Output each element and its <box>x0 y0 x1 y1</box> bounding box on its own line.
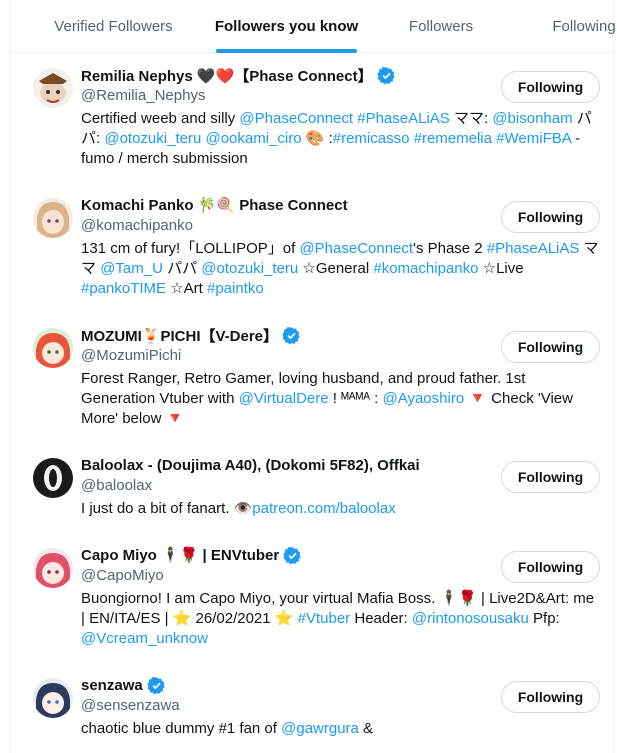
tab-followers-you-know[interactable]: Followers you know <box>215 0 358 53</box>
avatar[interactable] <box>33 458 73 498</box>
bio-link[interactable]: @Tam_U <box>100 260 163 277</box>
bio-text: Header: <box>350 610 412 627</box>
bio-link[interactable]: #WemiFBA <box>496 130 571 147</box>
user-bio: 131 cm of fury!「LOLLIPOP」of @PhaseConnec… <box>81 239 601 299</box>
display-name[interactable]: Baloolax - (Doujima A40), (Dokomi 5F82),… <box>81 455 420 475</box>
bio-text: I just do a bit of fanart. 👁️ <box>81 500 253 517</box>
following-button[interactable]: Following <box>501 331 600 363</box>
tab-following[interactable]: Following <box>525 0 617 53</box>
user-bio: chaotic blue dummy #1 fan of @gawrgura & <box>81 719 601 739</box>
followers-panel: Verified Followers Followers you know Fo… <box>10 0 617 753</box>
user-handle[interactable]: @MozumiPichi <box>81 347 181 364</box>
bio-link[interactable]: #PhaseALiAS <box>487 240 580 257</box>
bio-text: ☆Art <box>166 280 207 297</box>
user-cell[interactable]: Capo Miyo 🕴️🌹 | ENVtuber @CapoMiyo Buong… <box>11 533 615 663</box>
bio-text: 131 cm of fury!「LOLLIPOP」of <box>81 240 300 257</box>
display-name[interactable]: MOZUMI🍹PICHI【V-Dere】 <box>81 325 301 345</box>
user-bio: Buongiorno! I am Capo Miyo, your virtual… <box>81 589 601 649</box>
bio-link[interactable]: @Vcream_unknow <box>81 630 208 647</box>
user-cell[interactable]: MOZUMI🍹PICHI【V-Dere】 @MozumiPichi Forest… <box>11 313 615 443</box>
bio-text: & <box>358 720 374 737</box>
avatar[interactable] <box>33 328 73 368</box>
bio-link[interactable]: @PhaseConnect <box>239 110 353 127</box>
display-name-text[interactable]: Capo Miyo 🕴️🌹 | ENVtuber <box>81 546 279 564</box>
display-name-text[interactable]: Baloolax - (Doujima A40), (Dokomi 5F82),… <box>81 457 420 474</box>
display-name[interactable]: Komachi Panko 🎋🍭 Phase Connect <box>81 195 348 215</box>
bio-link[interactable]: #PhaseALiAS <box>357 110 450 127</box>
bio-link[interactable]: @gawrgura <box>281 720 359 737</box>
bio-text: 🎨 : <box>301 130 333 147</box>
display-name-text[interactable]: Remilia Nephys 🖤❤️【Phase Connect】 <box>81 65 373 86</box>
following-button[interactable]: Following <box>501 71 600 103</box>
user-cell[interactable]: Komachi Panko 🎋🍭 Phase Connect @komachip… <box>11 183 615 313</box>
avatar[interactable] <box>33 68 73 108</box>
display-name[interactable]: Capo Miyo 🕴️🌹 | ENVtuber <box>81 545 302 565</box>
display-name-text[interactable]: senzawa <box>81 677 143 694</box>
user-handle[interactable]: @baloolax <box>81 477 152 494</box>
verified-badge-icon <box>146 676 165 694</box>
bio-link[interactable]: patreon.com/baloolax <box>252 500 395 517</box>
user-bio: I just do a bit of fanart. 👁️patreon.com… <box>81 499 601 519</box>
bio-text: ☆General <box>298 260 374 277</box>
tab-verified-followers[interactable]: Verified Followers <box>11 0 216 53</box>
display-name[interactable]: senzawa <box>81 675 166 695</box>
bio-text: 's Phase 2 <box>413 240 487 257</box>
user-bio: Forest Ranger, Retro Gamer, loving husba… <box>81 369 601 429</box>
bio-link[interactable]: @bisonham <box>492 110 572 127</box>
bio-text: chaotic blue dummy #1 fan of <box>81 720 282 737</box>
bio-link[interactable]: #komachipanko <box>373 260 478 277</box>
following-button[interactable]: Following <box>501 201 600 233</box>
bio-link[interactable]: @Ayaoshiro <box>383 390 465 407</box>
user-cell[interactable]: senzawa @sensenzawa chaotic blue dummy #… <box>11 663 615 753</box>
tab-bar: Verified Followers Followers you know Fo… <box>11 0 617 53</box>
user-cell[interactable]: Remilia Nephys 🖤❤️【Phase Connect】 @Remil… <box>11 53 615 183</box>
verified-badge-icon <box>283 546 301 564</box>
bio-link[interactable]: @VirtualDere <box>239 390 329 407</box>
following-button[interactable]: Following <box>501 551 600 583</box>
bio-link[interactable]: #pankoTIME <box>81 280 166 297</box>
bio-link[interactable]: @otozuki_teru <box>104 130 201 147</box>
bio-text: ☆Live <box>478 260 524 277</box>
verified-badge-icon <box>282 326 300 344</box>
user-handle[interactable]: @Remilia_Nephys <box>81 87 205 104</box>
user-cell[interactable]: Baloolax - (Doujima A40), (Dokomi 5F82),… <box>11 443 615 533</box>
display-name-text[interactable]: Komachi Panko 🎋🍭 Phase Connect <box>81 196 348 214</box>
user-handle[interactable]: @CapoMiyo <box>81 567 164 584</box>
bio-link[interactable]: @rintonosousaku <box>412 610 529 627</box>
bio-text: Pfp: <box>528 610 560 627</box>
bio-link[interactable]: #rememelia <box>414 130 492 147</box>
avatar[interactable] <box>33 548 73 588</box>
display-name[interactable]: Remilia Nephys 🖤❤️【Phase Connect】 <box>81 65 396 85</box>
bio-text: パパ <box>162 260 202 277</box>
bio-text: Certified weeb and silly <box>81 110 240 127</box>
bio-text: ママ: <box>449 110 493 127</box>
display-name-text[interactable]: MOZUMI🍹PICHI【V-Dere】 <box>81 325 278 346</box>
following-button[interactable]: Following <box>501 681 600 713</box>
user-handle[interactable]: @sensenzawa <box>81 697 180 714</box>
user-bio: Certified weeb and silly @PhaseConnect #… <box>81 109 601 169</box>
avatar[interactable] <box>33 198 73 238</box>
bio-link[interactable]: #paintko <box>207 280 264 297</box>
bio-link[interactable]: #remicasso <box>333 130 410 147</box>
bio-link[interactable]: @otozuki_teru <box>201 260 298 277</box>
following-button[interactable]: Following <box>501 461 600 493</box>
bio-link[interactable]: @ookami_ciro <box>205 130 301 147</box>
verified-badge-icon <box>376 66 395 84</box>
bio-link[interactable]: @PhaseConnect <box>299 240 413 257</box>
bio-text: ! ᴹᴬᴹᴬ : <box>328 390 383 407</box>
bio-link[interactable]: #Vtuber <box>298 610 351 627</box>
user-handle[interactable]: @komachipanko <box>81 217 193 234</box>
avatar[interactable] <box>33 678 73 718</box>
tab-followers[interactable]: Followers <box>357 0 525 53</box>
